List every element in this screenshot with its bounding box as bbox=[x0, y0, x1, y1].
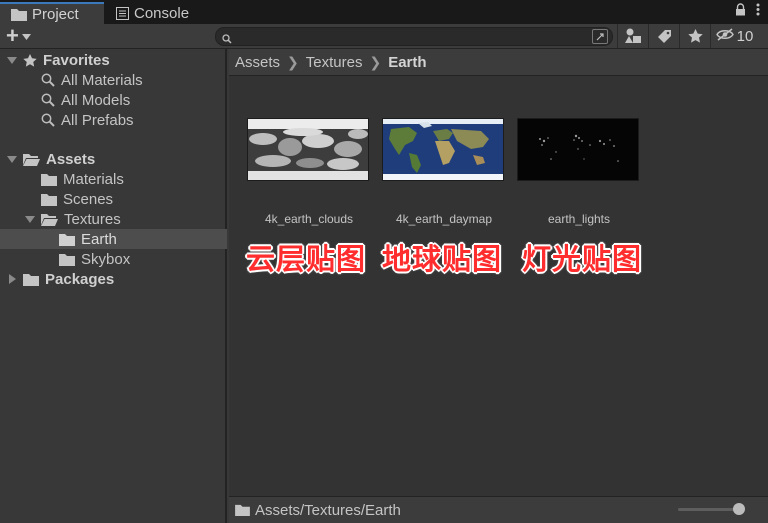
tree-label: Textures bbox=[64, 210, 121, 228]
tree-label: Assets bbox=[46, 150, 96, 168]
tree-folder-scenes[interactable]: Scenes bbox=[0, 189, 227, 209]
tree-label: Packages bbox=[45, 270, 115, 288]
chevron-right-icon: ❯ bbox=[287, 53, 299, 70]
tree-label: All Prefabs bbox=[61, 111, 134, 129]
search-icon bbox=[41, 93, 55, 107]
chevron-down-icon[interactable] bbox=[7, 56, 17, 64]
folder-open-icon bbox=[23, 153, 40, 166]
tree-folder-materials[interactable]: Materials bbox=[0, 169, 227, 189]
chevron-right-icon[interactable] bbox=[9, 274, 16, 284]
console-icon bbox=[116, 6, 129, 20]
filter-by-type-icon[interactable] bbox=[617, 24, 648, 48]
chevron-right-icon: ❯ bbox=[369, 53, 382, 70]
tree-item-all-materials[interactable]: All Materials bbox=[0, 70, 227, 90]
tab-bar: Project Console bbox=[0, 0, 768, 24]
breadcrumb-earth[interactable]: Earth bbox=[388, 54, 426, 71]
zoom-slider-handle[interactable] bbox=[733, 503, 745, 515]
annotation-lights: 灯光贴图 bbox=[522, 242, 643, 276]
hidden-count: 10 bbox=[736, 27, 754, 45]
tree-packages[interactable]: Packages bbox=[0, 269, 227, 289]
tree-assets[interactable]: Assets bbox=[0, 149, 227, 169]
search-icon bbox=[41, 113, 55, 127]
asset-name: earth_lights bbox=[547, 212, 611, 226]
breadcrumb: Assets ❯ Textures ❯ Earth bbox=[229, 49, 768, 76]
tree-folder-skybox[interactable]: Skybox bbox=[0, 249, 227, 269]
tree-label: All Models bbox=[61, 91, 131, 109]
annotation-clouds: 云层贴图 bbox=[246, 242, 367, 276]
annotation-daymap: 地球贴图 bbox=[382, 242, 503, 276]
folder-tree: Favorites All Materials All Models All P… bbox=[0, 49, 227, 523]
tab-label: Console bbox=[134, 4, 190, 22]
tree-label: Materials bbox=[63, 170, 124, 188]
star-icon bbox=[23, 53, 37, 67]
star-icon[interactable] bbox=[679, 24, 710, 48]
folder-icon bbox=[59, 253, 75, 266]
search-input[interactable] bbox=[215, 27, 613, 46]
folder-icon bbox=[41, 193, 57, 206]
asset-tile-daymap[interactable]: 4k_earth_daymap bbox=[382, 118, 506, 230]
tree-label: Skybox bbox=[81, 250, 131, 268]
footer-path: Assets/Textures/Earth bbox=[255, 501, 401, 519]
more-options-icon[interactable] bbox=[756, 3, 760, 21]
texture-thumbnail-lights bbox=[517, 118, 639, 181]
tree-item-all-prefabs[interactable]: All Prefabs bbox=[0, 110, 227, 130]
path-footer: Assets/Textures/Earth bbox=[229, 496, 768, 523]
eye-hidden-icon bbox=[715, 27, 734, 45]
project-toolbar: + 10 bbox=[0, 24, 768, 49]
search-icon bbox=[41, 73, 55, 87]
tree-label: Favorites bbox=[43, 51, 110, 69]
tab-console[interactable]: Console bbox=[108, 2, 212, 24]
tree-label: Scenes bbox=[63, 190, 114, 208]
breadcrumb-textures[interactable]: Textures bbox=[306, 54, 363, 71]
search-in-scene-icon[interactable] bbox=[592, 29, 608, 44]
tree-folder-textures[interactable]: Textures bbox=[0, 209, 227, 229]
plus-icon: + bbox=[6, 23, 19, 48]
filter-by-label-icon[interactable] bbox=[648, 24, 679, 48]
lock-icon[interactable] bbox=[735, 3, 746, 21]
breadcrumb-assets[interactable]: Assets bbox=[235, 54, 280, 71]
asset-name: 4k_earth_daymap bbox=[395, 212, 493, 226]
chevron-down-icon[interactable] bbox=[7, 155, 17, 163]
asset-tile-clouds[interactable]: 4k_earth_clouds bbox=[247, 118, 371, 230]
folder-icon bbox=[23, 273, 39, 286]
search-icon bbox=[222, 31, 232, 49]
tree-item-all-models[interactable]: All Models bbox=[0, 90, 227, 110]
asset-tile-lights[interactable]: earth_lights bbox=[517, 118, 641, 230]
folder-open-icon bbox=[41, 213, 58, 226]
texture-thumbnail-clouds bbox=[247, 118, 369, 181]
asset-browser: Assets ❯ Textures ❯ Earth 4k_earth_cloud… bbox=[229, 49, 768, 523]
create-button[interactable]: + bbox=[6, 23, 42, 48]
tab-label: Project bbox=[32, 5, 79, 23]
tab-project[interactable]: Project bbox=[0, 2, 104, 24]
tree-label: All Materials bbox=[61, 71, 143, 89]
tree-label: Earth bbox=[81, 230, 117, 248]
folder-icon bbox=[41, 173, 57, 186]
folder-icon bbox=[235, 504, 250, 516]
tree-folder-earth[interactable]: Earth bbox=[0, 229, 227, 249]
folder-icon bbox=[11, 8, 27, 21]
chevron-down-icon bbox=[21, 27, 31, 45]
folder-icon bbox=[59, 233, 75, 246]
chevron-down-icon[interactable] bbox=[25, 215, 35, 223]
tree-favorites[interactable]: Favorites bbox=[0, 50, 227, 70]
texture-thumbnail-daymap bbox=[382, 118, 504, 181]
asset-name: 4k_earth_clouds bbox=[264, 212, 354, 226]
hidden-packages-toggle[interactable]: 10 bbox=[710, 24, 758, 48]
